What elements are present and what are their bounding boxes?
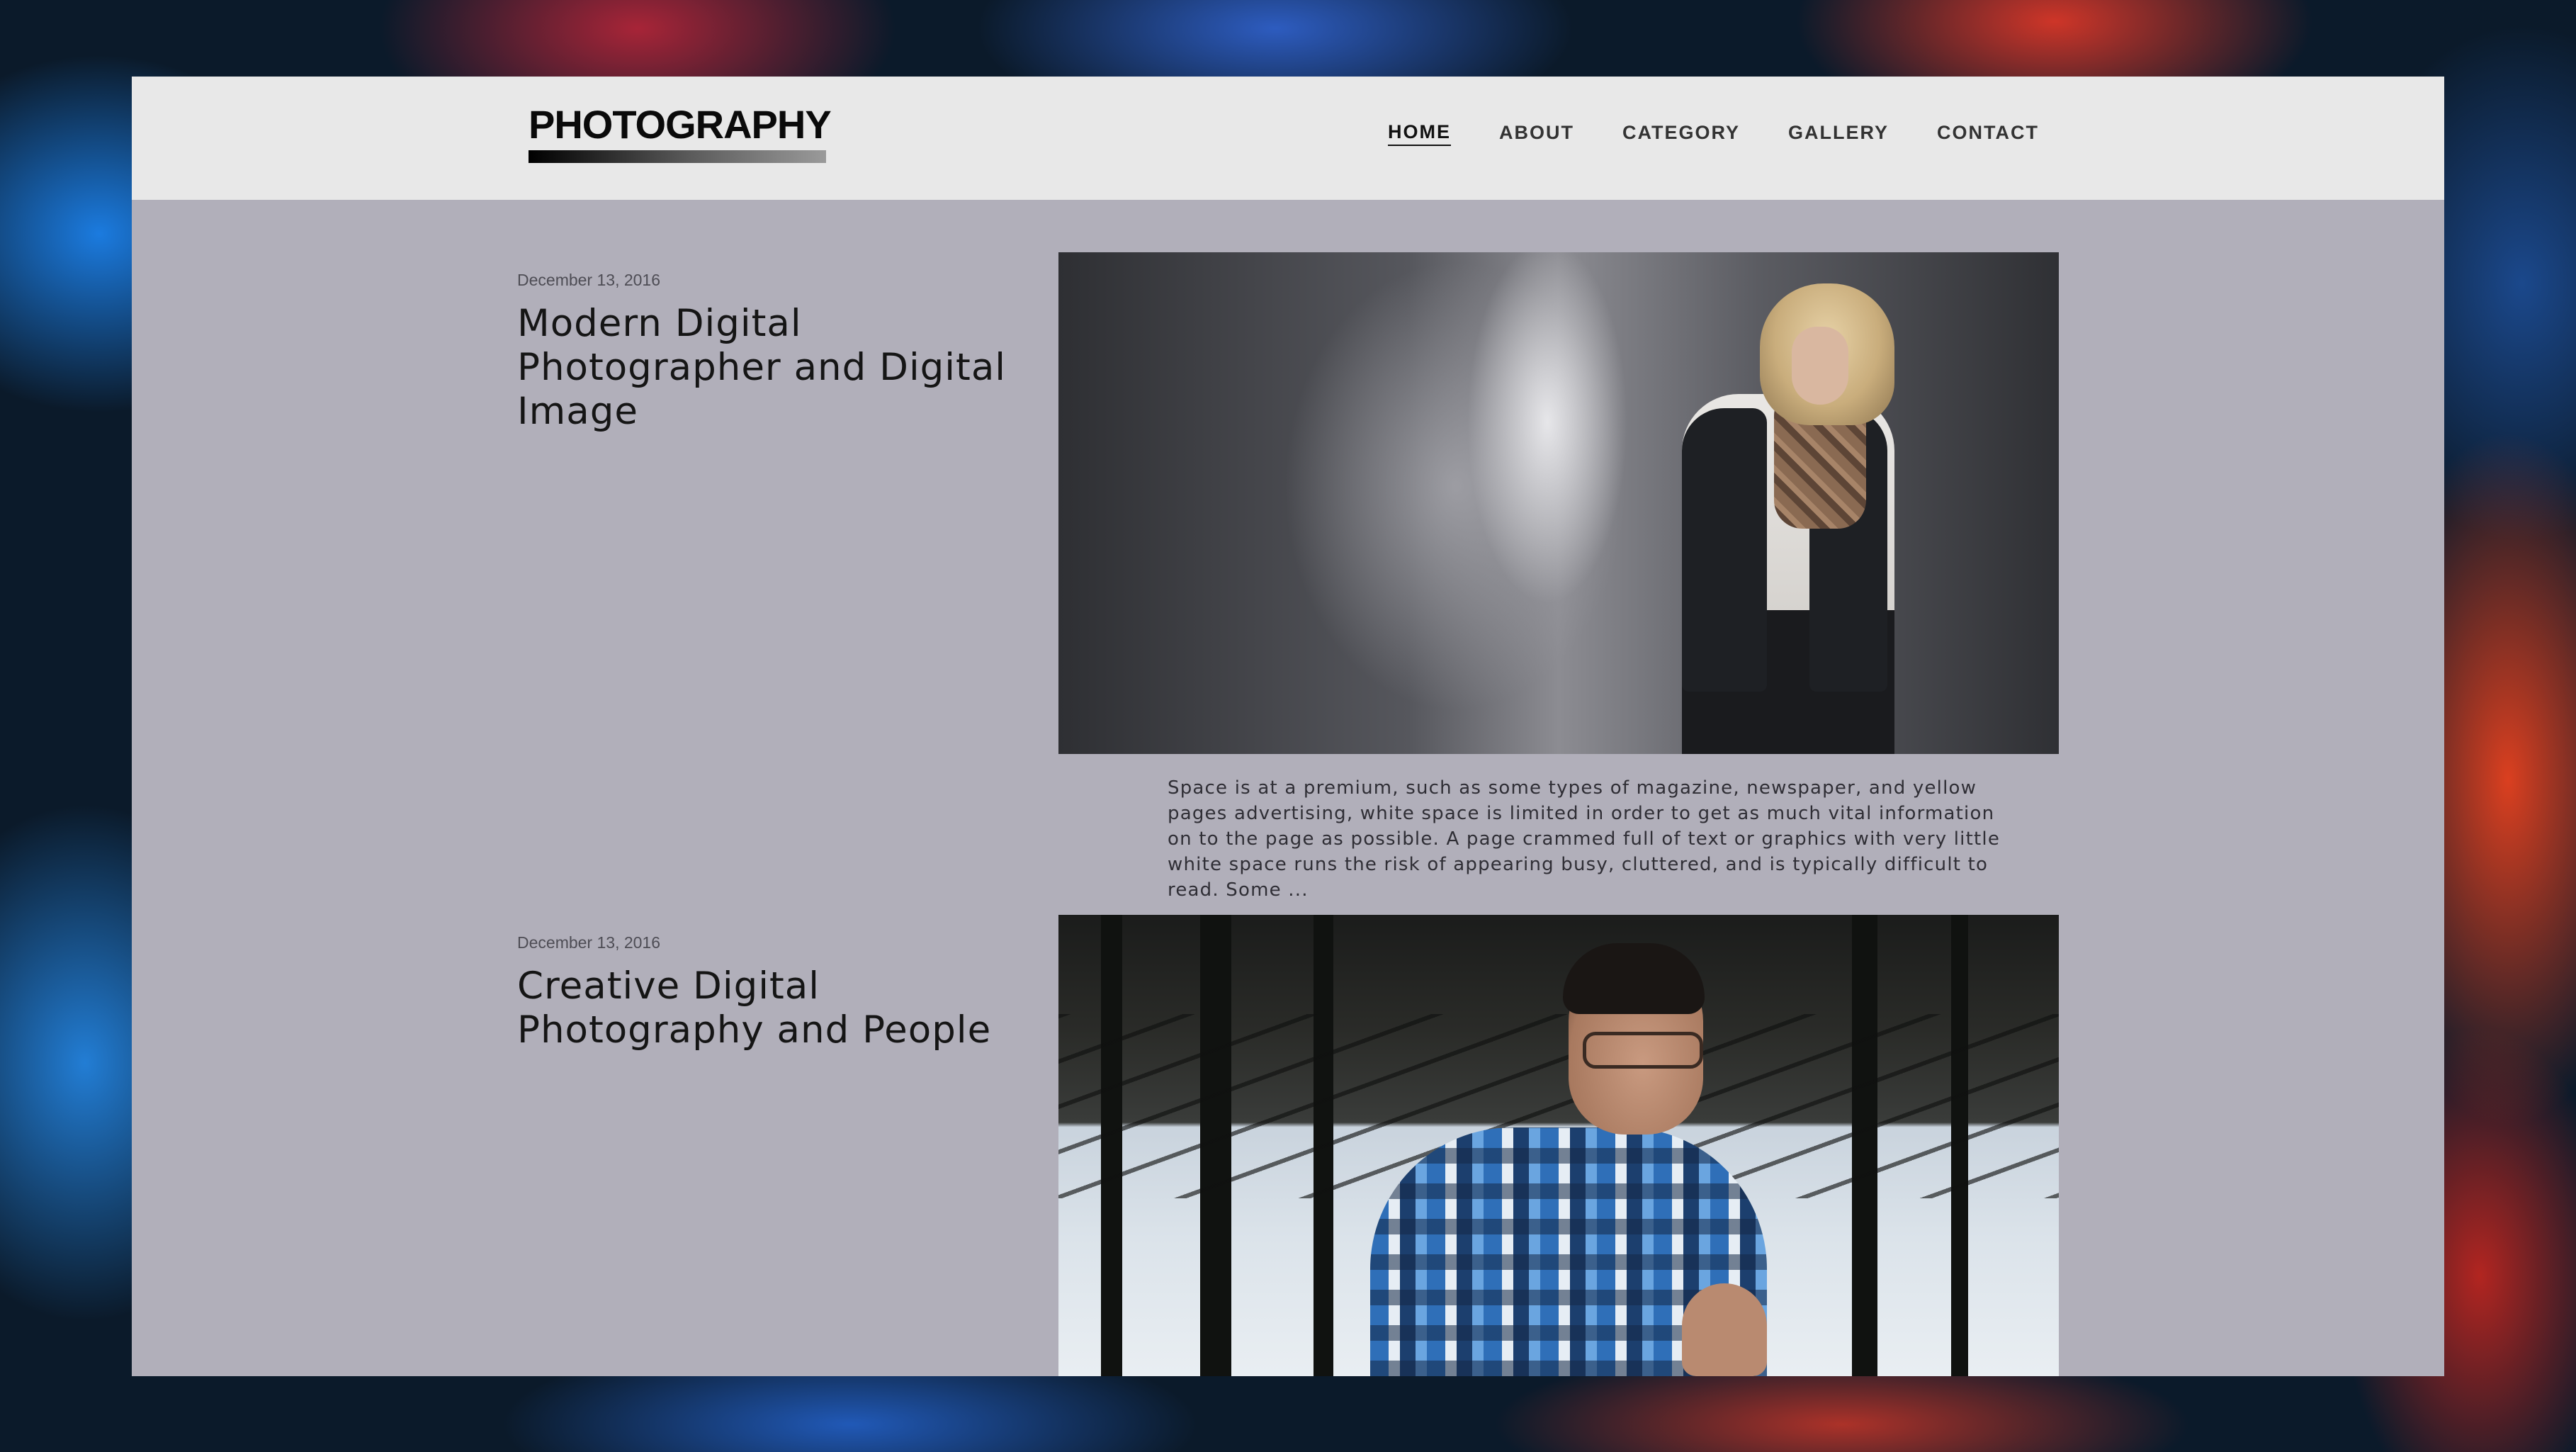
nav-contact[interactable]: CONTACT	[1937, 121, 2039, 145]
logo-underline-bar	[529, 150, 826, 163]
man-in-plaid-shirt-photo	[1058, 915, 2059, 1376]
photo-hair	[1563, 943, 1705, 1014]
post-title-link[interactable]: Modern Digital Photographer and Digital …	[517, 302, 1013, 434]
nav-category[interactable]: CATEGORY	[1622, 121, 1740, 145]
post-excerpt: Space is at a premium, such as some type…	[1168, 777, 2001, 901]
nav-about[interactable]: ABOUT	[1499, 121, 1574, 145]
site-logo[interactable]: PHOTOGRAPHY	[529, 105, 832, 163]
photo-figure-vest-left	[1682, 408, 1767, 692]
photo-glasses	[1583, 1032, 1703, 1069]
post-date: December 13, 2016	[517, 271, 661, 289]
post-date: December 13, 2016	[517, 933, 661, 952]
woman-with-scarf-photo	[1058, 252, 2059, 754]
post-title-link[interactable]: Creative Digital Photography and People	[517, 964, 1013, 1052]
nav-gallery[interactable]: GALLERY	[1788, 121, 1889, 145]
main-nav: HOME ABOUT CATEGORY GALLERY CONTACT	[1388, 120, 2039, 147]
post-featured-image[interactable]	[1058, 252, 2059, 754]
photo-hand	[1682, 1283, 1767, 1376]
post-featured-image[interactable]	[1058, 915, 2059, 1376]
browser-page: PHOTOGRAPHY HOME ABOUT CATEGORY GALLERY …	[132, 77, 2444, 1376]
photo-figure-face	[1792, 327, 1848, 405]
site-header: PHOTOGRAPHY HOME ABOUT CATEGORY GALLERY …	[132, 77, 2444, 200]
nav-home[interactable]: HOME	[1388, 120, 1451, 147]
logo-text: PHOTOGRAPHY	[529, 102, 832, 147]
